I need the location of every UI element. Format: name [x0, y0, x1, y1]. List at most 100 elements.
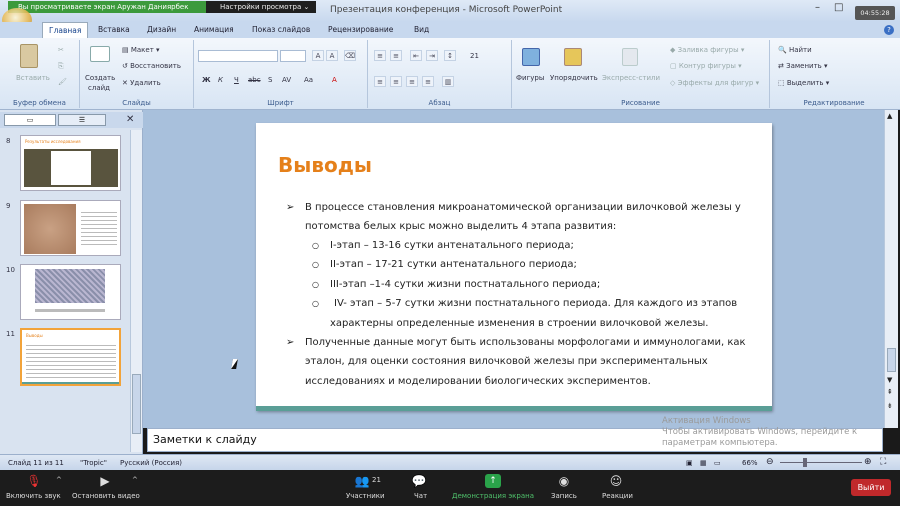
normal-view-icon[interactable]: ▣ — [686, 459, 693, 467]
line-spacing-icon[interactable]: ↕ — [444, 50, 456, 61]
help-icon[interactable]: ? — [884, 25, 894, 35]
chat-icon[interactable]: 💬 — [411, 474, 427, 488]
record-icon[interactable]: ◉ — [556, 474, 572, 488]
slides-tab[interactable]: ▭ — [4, 114, 56, 126]
next-slide-icon[interactable]: ⇟ — [887, 402, 893, 410]
grow-font-icon[interactable]: A — [312, 50, 324, 61]
slides-panel-scrollbar[interactable] — [130, 130, 142, 452]
format-painter-icon[interactable]: 🖌 — [58, 78, 67, 86]
align-left-icon[interactable]: ≡ — [374, 76, 386, 87]
align-right-icon[interactable]: ≡ — [406, 76, 418, 87]
fit-window-icon[interactable]: ⛶ — [880, 457, 886, 467]
increase-indent-icon[interactable]: ⇥ — [426, 50, 438, 61]
outline-button[interactable]: ▢ Контур фигуры ▾ — [670, 62, 742, 70]
tab-slideshow[interactable]: Показ слайдов — [252, 22, 310, 38]
tab-insert[interactable]: Вставка — [98, 22, 130, 38]
font-size-field[interactable] — [280, 50, 306, 62]
stop-video-label[interactable]: Остановить видео — [72, 492, 140, 500]
layout-button[interactable]: ▤ Макет ▾ — [122, 46, 160, 54]
tab-animation[interactable]: Анимация — [194, 22, 234, 38]
delete-button[interactable]: ✕ Удалить — [122, 79, 161, 87]
zoom-in-icon[interactable]: ⊕ — [864, 457, 872, 467]
numbering-icon[interactable]: ≡ — [390, 50, 402, 61]
effects-button[interactable]: ◇ Эффекты для фигур ▾ — [670, 79, 759, 87]
previous-slide-icon[interactable]: ⇞ — [887, 388, 893, 396]
notes-placeholder[interactable]: Заметки к слайду — [153, 433, 257, 446]
shapes-label[interactable]: Фигуры — [516, 74, 544, 82]
align-center-icon[interactable]: ≡ — [390, 76, 402, 87]
minimize-icon[interactable]: – — [815, 2, 834, 13]
tab-review[interactable]: Рецензирование — [328, 22, 393, 38]
select-button[interactable]: ⬚ Выделить ▾ — [778, 79, 829, 87]
leave-meeting-button[interactable]: Выйти — [851, 479, 891, 496]
scroll-up-icon[interactable]: ▲ — [887, 112, 892, 120]
paste-label[interactable]: Вставить — [16, 74, 50, 82]
strike-button[interactable]: abc — [248, 76, 261, 84]
quick-styles-icon[interactable] — [622, 48, 638, 66]
spacing-button[interactable]: AV — [282, 76, 291, 84]
thumbnail-slide-8[interactable]: Результаты исследования — [20, 135, 121, 191]
arrange-label[interactable]: Упорядочить — [550, 74, 598, 82]
font-color-button[interactable]: A — [332, 76, 337, 84]
shadow-button[interactable]: S — [268, 76, 272, 84]
thumbnail-slide-9[interactable] — [20, 200, 121, 256]
shapes-icon[interactable] — [522, 48, 540, 66]
chat-label[interactable]: Чат — [414, 492, 427, 500]
create-label[interactable]: Создать — [85, 74, 115, 82]
arrange-icon[interactable] — [564, 48, 582, 66]
tab-view[interactable]: Вид — [414, 22, 429, 38]
window-controls[interactable]: –□ — [815, 2, 857, 13]
slide-label[interactable]: слайд — [88, 84, 110, 92]
new-slide-icon[interactable] — [90, 46, 110, 62]
thumbnail-slide-11[interactable]: Выводы — [20, 328, 121, 386]
cut-icon[interactable]: ✂ — [58, 46, 64, 54]
audio-options-icon[interactable]: ^ — [56, 476, 62, 484]
reactions-icon[interactable]: ☺ — [608, 474, 624, 488]
scroll-thumb[interactable] — [887, 348, 896, 372]
share-screen-label[interactable]: Демонстрация экрана — [452, 492, 534, 500]
justify-icon[interactable]: ≡ — [422, 76, 434, 87]
zoom-level[interactable]: 66% — [742, 459, 758, 467]
video-icon[interactable]: ▶ — [97, 474, 113, 488]
paste-icon[interactable] — [20, 44, 38, 68]
scroll-thumb[interactable] — [132, 374, 141, 434]
font-name-field[interactable] — [198, 50, 278, 62]
quick-styles-label[interactable]: Экспресс-стили — [602, 74, 660, 82]
zoom-slider[interactable] — [780, 462, 862, 463]
copy-icon[interactable]: ⎘ — [58, 62, 64, 71]
fill-button[interactable]: ◆ Заливка фигуры ▾ — [670, 46, 744, 54]
video-options-icon[interactable]: ^ — [132, 476, 138, 484]
bold-button[interactable]: Ж — [202, 76, 211, 84]
replace-button[interactable]: ⇄ Заменить ▾ — [778, 62, 828, 70]
language[interactable]: Русский (Россия) — [120, 459, 182, 467]
zoom-out-icon[interactable]: ⊖ — [766, 457, 774, 467]
reset-button[interactable]: ↺ Восстановить — [122, 62, 181, 70]
record-label[interactable]: Запись — [551, 492, 577, 500]
decrease-indent-icon[interactable]: ⇤ — [410, 50, 422, 61]
view-settings-button[interactable]: Настройки просмотра ⌄ — [206, 1, 316, 13]
underline-button[interactable]: Ч — [234, 76, 239, 84]
case-button[interactable]: Aa — [304, 76, 313, 84]
slide-vertical-scrollbar[interactable]: ▲ ▼ ⇞ ⇟ — [884, 110, 898, 428]
close-panel-icon[interactable]: ✕ — [126, 114, 134, 125]
thumbnail-slide-10[interactable] — [20, 264, 121, 320]
share-screen-icon[interactable]: ↑ — [485, 474, 501, 488]
zoom-slider-thumb[interactable] — [803, 458, 807, 467]
tab-design[interactable]: Дизайн — [147, 22, 176, 38]
tab-home[interactable]: Главная — [42, 22, 89, 38]
unmute-label[interactable]: Включить звук — [6, 492, 61, 500]
outline-tab[interactable]: ☰ — [58, 114, 106, 126]
columns-icon[interactable]: ▥ — [442, 76, 454, 87]
clear-format-icon[interactable]: ⌫ — [344, 50, 356, 61]
mic-muted-icon[interactable]: 🎙 — [26, 474, 42, 488]
participants-label[interactable]: Участники — [346, 492, 385, 500]
italic-button[interactable]: К — [218, 76, 223, 84]
scroll-down-icon[interactable]: ▼ — [887, 376, 892, 384]
find-button[interactable]: 🔍 Найти — [778, 46, 812, 54]
participants-icon[interactable]: 👥 — [354, 474, 370, 488]
sorter-view-icon[interactable]: ▦ — [700, 459, 707, 467]
reactions-label[interactable]: Реакции — [602, 492, 633, 500]
slide-title[interactable]: Выводы — [278, 153, 372, 177]
shrink-font-icon[interactable]: A — [326, 50, 338, 61]
maximize-icon[interactable]: □ — [834, 2, 857, 13]
